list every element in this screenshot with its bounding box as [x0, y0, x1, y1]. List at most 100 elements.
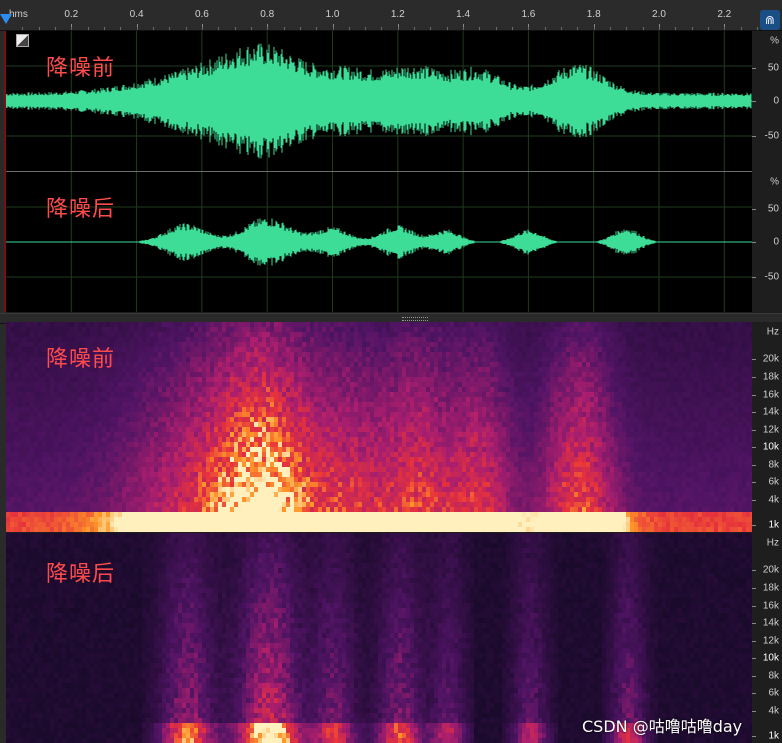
scale-tick	[752, 606, 756, 607]
scale-tick	[752, 525, 756, 526]
ruler-tick-label: 0.8	[260, 9, 275, 20]
ruler-tick-label: 1.8	[586, 9, 601, 20]
ruler-minor-tick	[659, 27, 660, 30]
ruler-minor-tick	[463, 27, 465, 30]
ruler-minor-tick	[642, 27, 644, 30]
waveform-before-plot	[6, 31, 752, 171]
watermark: CSDN @咕噜咕噜day	[582, 717, 743, 736]
ruler-minor-tick	[283, 27, 285, 30]
splitter-grip-icon[interactable]	[402, 317, 428, 321]
frequency-scale-before: Hz 20k 18k 16k 14k 12k 10k 8k 6k 4k 1k	[752, 322, 782, 532]
frequency-scale-label: 10k	[762, 652, 779, 664]
time-ruler[interactable]: hms 0.2 0.4 0.6 0.8 1.0 1.2 1.4 1.6 1.8 2.0 2.2 ⋒	[0, 0, 782, 31]
waveform-before-label: 降噪前	[46, 56, 116, 81]
scale-tick	[752, 588, 756, 589]
frequency-scale-label: 16k	[762, 600, 779, 612]
ruler-minor-tick	[87, 27, 89, 30]
frequency-scale-label: 18k	[762, 371, 779, 383]
ruler-minor-tick	[120, 27, 122, 30]
ruler-minor-tick	[740, 27, 742, 30]
ruler-minor-tick	[512, 27, 514, 30]
frequency-scale-label: 20k	[762, 564, 779, 576]
ruler-minor-tick	[316, 27, 318, 30]
scale-tick	[752, 482, 756, 483]
corner-toggle-icon[interactable]	[16, 34, 29, 47]
spectrogram-before-label: 降噪前	[46, 347, 116, 372]
ruler-minor-tick	[218, 27, 220, 30]
ruler-minor-tick	[414, 27, 416, 30]
ruler-tick-label: 2.0	[652, 9, 666, 20]
ruler-minor-tick	[136, 27, 138, 30]
ruler-tick-label: 1.6	[521, 9, 536, 20]
scale-tick	[752, 447, 756, 448]
ruler-minor-tick	[103, 27, 105, 30]
waveform-after-panel[interactable]: 降噪后	[6, 172, 752, 312]
waveform-after-plot	[6, 172, 752, 312]
frequency-scale-after: Hz 20k 18k 16k 14k 12k 10k 8k 6k 4k 1k	[752, 533, 782, 743]
frequency-scale-label: 16k	[762, 389, 779, 401]
audio-editor: hms 0.2 0.4 0.6 0.8 1.0 1.2 1.4 1.6 1.8 2.0 2.2 ⋒ …	[0, 0, 782, 743]
ruler-minor-tick	[38, 27, 40, 30]
ruler-minor-tick	[446, 27, 448, 30]
ruler-minor-tick	[152, 27, 154, 30]
scale-tick	[752, 711, 756, 712]
playhead-marker-icon[interactable]	[0, 14, 12, 24]
scale-tick	[752, 641, 756, 642]
ruler-minor-tick	[544, 27, 546, 30]
ruler-minor-tick	[250, 27, 252, 30]
scale-tick	[752, 693, 756, 694]
frequency-scale-label: 12k	[762, 635, 779, 647]
frequency-scale-label: 12k	[762, 424, 779, 436]
ruler-minor-tick	[593, 27, 595, 30]
spectrogram-after-panel[interactable]: 降噪后	[6, 533, 752, 743]
spectrogram-after-label: 降噪后	[46, 562, 116, 587]
ruler-minor-tick	[267, 27, 269, 30]
magnet-icon[interactable]: ⋒	[760, 10, 780, 30]
scale-label: -50	[764, 271, 779, 283]
waveform-before-panel[interactable]: 降噪前	[6, 31, 752, 171]
ruler-minor-tick	[691, 27, 693, 30]
ruler-minor-tick	[610, 27, 612, 30]
ruler-minor-tick	[430, 27, 432, 30]
frequency-scale-label: 8k	[768, 459, 779, 471]
ruler-tick-label: 0.4	[129, 9, 144, 20]
scale-tick	[752, 465, 756, 466]
frequency-scale-label: 1k	[768, 730, 779, 742]
ruler-minor-tick	[185, 27, 187, 30]
scale-label: 50	[767, 203, 779, 215]
spectrogram-after-plot	[6, 533, 752, 743]
ruler-tick-label: 0.2	[64, 9, 79, 20]
frequency-scale-label: Hz	[766, 326, 779, 338]
frequency-scale-label: 10k	[762, 441, 779, 453]
ruler-minor-tick	[169, 27, 171, 30]
scale-label: 0	[773, 95, 779, 107]
spectrogram-before-panel[interactable]: 降噪前	[6, 322, 752, 532]
scale-tick	[752, 359, 756, 360]
frequency-scale-label: 8k	[768, 670, 779, 682]
frequency-scale-label: 4k	[768, 494, 779, 506]
ruler-tick-label: 2.2	[717, 9, 732, 20]
frequency-scale-label: 6k	[768, 687, 779, 699]
ruler-tick-label: 1.0	[325, 9, 340, 20]
frequency-scale-label: 20k	[762, 353, 779, 365]
scale-label: %	[770, 35, 779, 47]
waveform-after-label: 降噪后	[46, 197, 116, 222]
frequency-scale-label: 4k	[768, 705, 779, 717]
scale-tick	[752, 500, 756, 501]
scale-tick	[752, 736, 756, 737]
scale-tick	[752, 676, 756, 677]
ruler-tick-label: 1.2	[390, 9, 405, 20]
frequency-scale-label: 14k	[762, 406, 779, 418]
scale-tick	[752, 395, 756, 396]
ruler-tick-label: 0.6	[194, 9, 209, 20]
scale-tick	[752, 412, 756, 413]
ruler-minor-tick	[22, 27, 24, 30]
scale-label: -50	[764, 130, 779, 142]
scale-label: 50	[767, 62, 779, 74]
ruler-minor-tick	[54, 27, 56, 30]
ruler-tick-label: 1.4	[456, 9, 471, 20]
scale-tick	[752, 570, 756, 571]
scale-label: 0	[773, 236, 779, 248]
ruler-minor-tick	[381, 27, 383, 30]
ruler-minor-tick	[71, 27, 73, 30]
